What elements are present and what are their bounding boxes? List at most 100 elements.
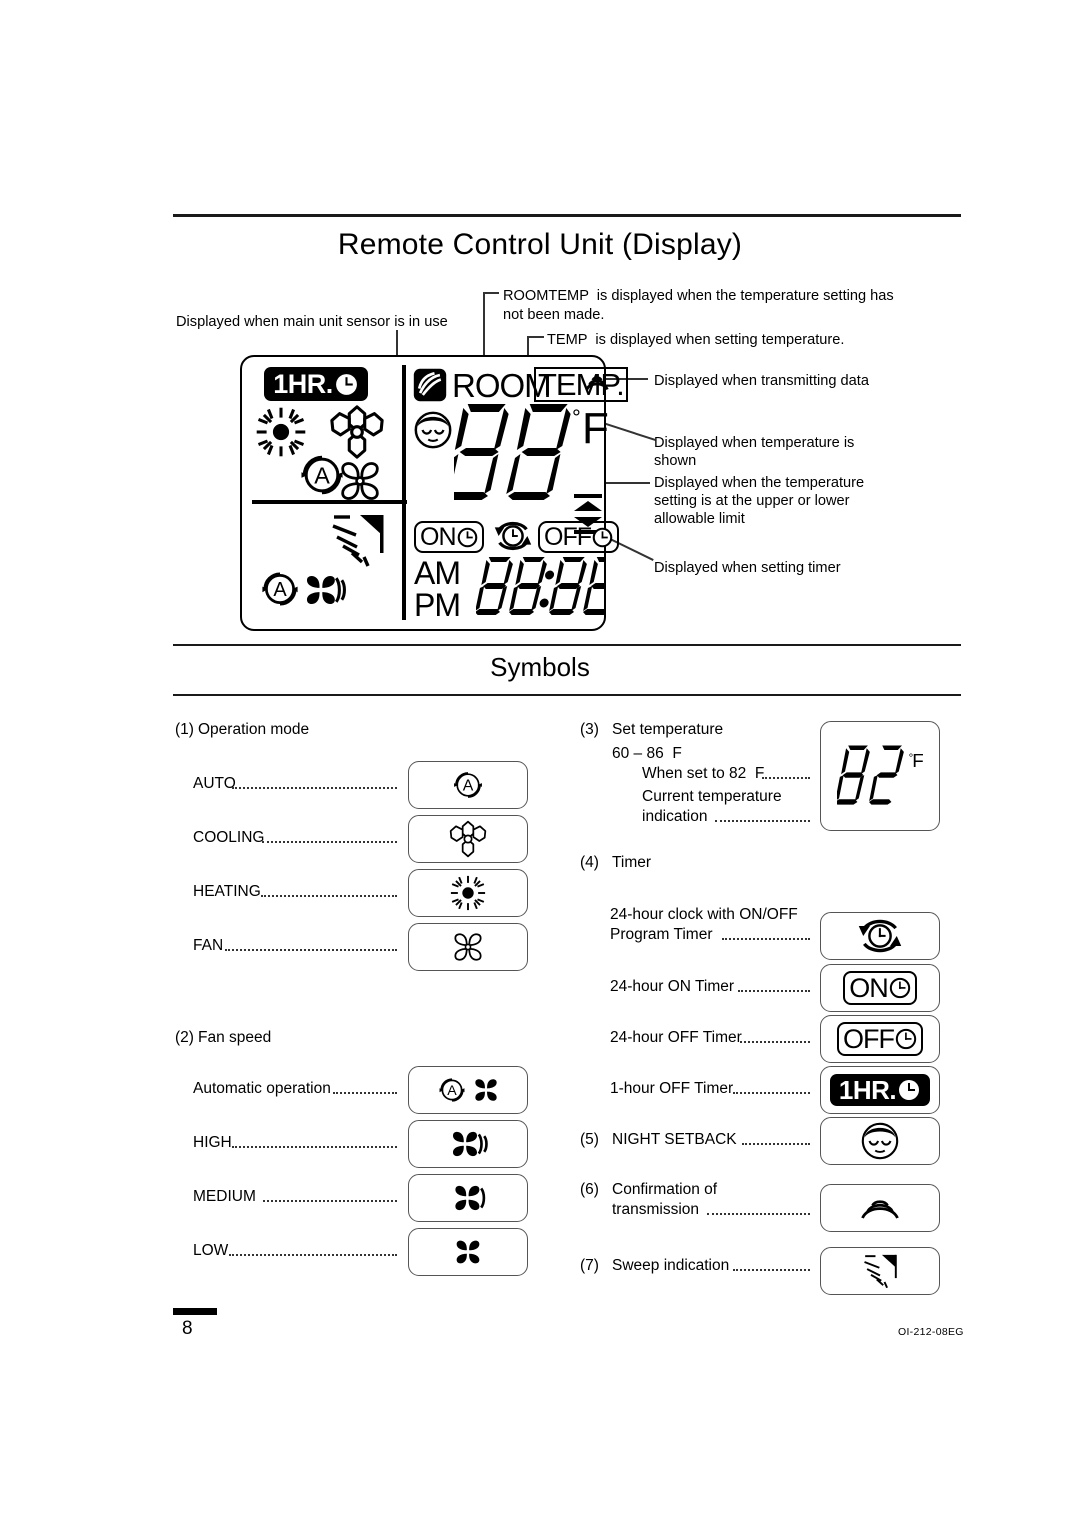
group-7-number: (7) xyxy=(580,1257,599,1274)
group-5-number: (5) xyxy=(580,1131,599,1148)
item-medium-label: MEDIUM xyxy=(193,1188,256,1205)
lcd-display-panel: 1HR. A A ROOM TEMP. ° F ON OFF AM PM xyxy=(240,355,628,631)
leader-medium xyxy=(263,1200,397,1202)
group-6-title-1: Confirmation of xyxy=(612,1181,718,1198)
item-fan-label: FAN xyxy=(193,937,224,954)
group-4-title: Timer xyxy=(612,854,652,871)
night-setback-icon xyxy=(414,411,452,449)
auto-fan-icon: A xyxy=(262,572,298,606)
callout-limit-3: allowable limit xyxy=(654,511,745,527)
program-timer-icon xyxy=(494,521,532,551)
symbol-box-sweep xyxy=(820,1247,940,1295)
item-one-hour-timer-label: 1-hour OFF Timer xyxy=(610,1080,734,1097)
svg-text:F: F xyxy=(912,750,923,771)
symbol-box-one-hour-timer: 1HR. xyxy=(820,1066,940,1114)
item-program-timer-label-1: 24-hour clock with ON/OFF xyxy=(610,906,798,923)
sensor-icon xyxy=(413,368,447,402)
symbol-box-auto-fan: A xyxy=(408,1066,528,1114)
group-4-number: (4) xyxy=(580,854,599,871)
group-2-title: Fan speed xyxy=(198,1029,272,1046)
auto-fan-icon: A xyxy=(439,1078,464,1102)
leader-current-temp xyxy=(715,820,810,822)
svg-text:A: A xyxy=(463,778,474,795)
leader-sweep xyxy=(733,1269,810,1271)
sweep-icon xyxy=(332,515,384,567)
item-low-label: LOW xyxy=(193,1242,229,1259)
leader-off-timer xyxy=(740,1041,810,1043)
callout-limit-2: setting is at the upper or lower xyxy=(654,493,850,509)
symbol-box-auto: A xyxy=(408,761,528,809)
group-2-number: (2) xyxy=(175,1029,194,1046)
item-current-temp-label-2: indication xyxy=(642,808,708,825)
group-6-number: (6) xyxy=(580,1181,599,1198)
off-timer-icon: OFF xyxy=(837,1022,923,1056)
item-off-timer-label: 24-hour OFF Timer xyxy=(610,1029,742,1046)
callout-roomtemp-1: ROOMTEMP is displayed when the temperatu… xyxy=(503,288,894,304)
leader-set-82 xyxy=(762,777,810,779)
on-timer-label: ON xyxy=(420,522,456,551)
group-3-range: 60 – 86 F xyxy=(612,745,682,762)
group-7-title: Sweep indication xyxy=(612,1257,730,1274)
transmit-icon xyxy=(861,1200,899,1219)
lcd-temp-label-box: TEMP. xyxy=(534,367,628,402)
symbol-box-medium xyxy=(408,1174,528,1222)
svg-text:A: A xyxy=(447,1083,457,1099)
group-6-title-2: transmission xyxy=(612,1201,699,1218)
leader-cooling xyxy=(262,841,397,843)
lcd-temperature-digits xyxy=(454,404,571,500)
callout-sensor: Displayed when main unit sensor is in us… xyxy=(176,314,448,330)
item-program-timer-label-2: Program Timer xyxy=(610,926,713,943)
heating-sun-icon xyxy=(450,875,486,911)
symbol-box-heating xyxy=(408,869,528,917)
group-1-title: Operation mode xyxy=(198,721,310,738)
page-number-rule xyxy=(173,1308,217,1315)
auto-mode-icon: A xyxy=(454,772,482,798)
one-hour-timer-icon: 1HR. xyxy=(830,1074,930,1106)
leader-fan xyxy=(225,949,397,951)
item-heating-label: HEATING xyxy=(193,883,261,900)
svg-text:A: A xyxy=(273,579,287,601)
callout-limit-1: Displayed when the temperature xyxy=(654,475,865,491)
clock-icon xyxy=(335,373,357,395)
lcd-am-label: AM xyxy=(414,555,461,591)
symbol-box-fan xyxy=(408,923,528,971)
lcd-temp-label: TEMP. xyxy=(538,367,625,402)
item-cooling-label: COOLING xyxy=(193,829,265,846)
item-auto-fan-label: Automatic operation xyxy=(193,1080,331,1097)
clock-icon xyxy=(899,1080,920,1100)
lcd-degree-symbol: ° xyxy=(572,405,581,430)
transmit-icon xyxy=(585,376,609,391)
on-timer-icon: ON xyxy=(843,971,917,1005)
callout-timer: Displayed when setting timer xyxy=(654,560,841,576)
item-high-label: HIGH xyxy=(193,1134,232,1151)
off-timer-icon: OFF xyxy=(538,521,619,553)
clock-icon xyxy=(457,527,477,547)
symbol-box-low xyxy=(408,1228,528,1276)
leader-roomtemp xyxy=(483,292,499,294)
document-code: OI-212-08EG xyxy=(898,1326,964,1338)
item-current-temp-label-1: Current temperature xyxy=(642,788,782,805)
svg-text:A: A xyxy=(314,462,330,488)
symbol-box-night-setback xyxy=(820,1117,940,1165)
symbol-box-cooling xyxy=(408,815,528,863)
lcd-unit-letter: F xyxy=(582,404,609,453)
leader-one-hour-timer xyxy=(733,1092,810,1094)
leader-high xyxy=(232,1146,397,1148)
callout-temp: TEMP is displayed when setting temperatu… xyxy=(547,332,845,348)
lcd-vertical-divider xyxy=(402,365,406,620)
leader-auto xyxy=(232,787,397,789)
symbol-box-on-timer: ON xyxy=(820,964,940,1012)
leader-on-timer xyxy=(738,990,810,992)
sweep-icon xyxy=(864,1254,897,1289)
leader-low xyxy=(229,1254,397,1256)
top-divider xyxy=(173,214,961,217)
leader-heating xyxy=(261,895,397,897)
group-5-title: NIGHT SETBACK xyxy=(612,1131,737,1148)
one-hour-timer-icon: 1HR. xyxy=(264,367,368,401)
symbol-box-temp-82: ° F xyxy=(820,721,940,831)
symbols-bottom-divider xyxy=(173,694,961,696)
symbols-title: Symbols xyxy=(490,652,590,682)
page-title: Remote Control Unit (Display) xyxy=(337,228,743,261)
on-timer-icon: ON xyxy=(414,521,484,553)
leader-night-setback xyxy=(742,1143,810,1145)
